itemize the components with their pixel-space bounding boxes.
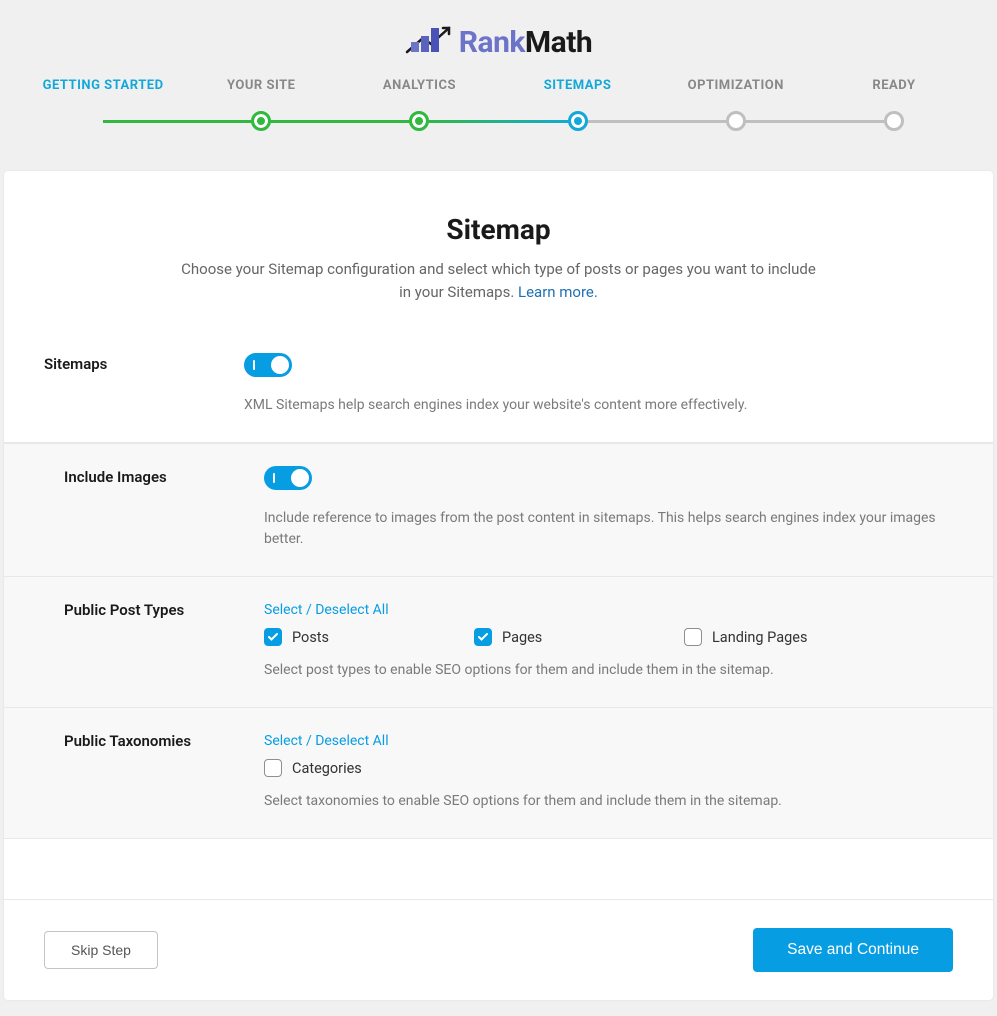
setting-help: XML Sitemaps help search engines index y… (244, 395, 953, 416)
checkbox-label: Categories (292, 760, 362, 777)
step-ready[interactable]: READY (815, 78, 973, 131)
brand-rank: Rank (459, 25, 525, 60)
step-getting-started[interactable]: GETTING STARTED (24, 78, 182, 131)
header: RankMath (0, 0, 997, 78)
brand-logo: RankMath (405, 24, 592, 60)
checkbox-icon (264, 628, 282, 646)
checkbox-landing-pages[interactable]: Landing Pages (684, 628, 894, 646)
sitemaps-toggle[interactable] (244, 353, 292, 377)
checkbox-label: Posts (292, 629, 329, 646)
step-optimization[interactable]: OPTIMIZATION (657, 78, 815, 131)
setting-label: Include Images (64, 466, 264, 550)
page-description: Choose your Sitemap configuration and se… (179, 258, 819, 303)
checkbox-icon (474, 628, 492, 646)
checkbox-label: Landing Pages (712, 629, 807, 646)
step-your-site[interactable]: YOUR SITE (182, 78, 340, 131)
step-label: SITEMAPS (499, 78, 657, 93)
desc-text: Choose your Sitemap configuration and se… (181, 260, 816, 301)
skip-step-button[interactable]: Skip Step (44, 931, 158, 969)
wizard-stepper: GETTING STARTED YOUR SITE ANALYTICS SITE… (0, 78, 997, 171)
page-title: Sitemap (44, 213, 953, 246)
setting-taxonomies: Public Taxonomies Select / Deselect All … (4, 708, 993, 839)
setting-post-types: Public Post Types Select / Deselect All … (4, 577, 993, 708)
checkbox-posts[interactable]: Posts (264, 628, 474, 646)
step-label: YOUR SITE (182, 78, 340, 93)
setting-help: Include reference to images from the pos… (264, 508, 953, 550)
learn-more-link[interactable]: Learn more. (518, 283, 598, 301)
setting-label: Public Post Types (64, 599, 264, 681)
step-analytics[interactable]: ANALYTICS (340, 78, 498, 131)
setting-help: Select post types to enable SEO options … (264, 660, 953, 681)
brand-math: Math (525, 25, 592, 60)
select-all-taxonomies[interactable]: Select / Deselect All (264, 733, 389, 749)
settings-card: Sitemap Choose your Sitemap configuratio… (4, 171, 993, 1000)
setting-label: Sitemaps (44, 353, 244, 416)
step-sitemaps[interactable]: SITEMAPS (499, 78, 657, 131)
setting-sitemaps: Sitemaps XML Sitemaps help search engine… (4, 331, 993, 443)
checkbox-label: Pages (502, 629, 542, 646)
brand-text: RankMath (459, 25, 592, 60)
setting-label: Public Taxonomies (64, 730, 264, 812)
card-header: Sitemap Choose your Sitemap configuratio… (4, 171, 993, 331)
step-label: READY (815, 78, 973, 93)
select-all-post-types[interactable]: Select / Deselect All (264, 602, 389, 618)
settings-body: Sitemaps XML Sitemaps help search engine… (4, 331, 993, 899)
checkbox-pages[interactable]: Pages (474, 628, 684, 646)
setting-help: Select taxonomies to enable SEO options … (264, 791, 953, 812)
logo-icon (405, 24, 451, 60)
post-types-list: Posts Pages Landing Pages (264, 628, 953, 646)
step-label: OPTIMIZATION (657, 78, 815, 93)
step-label: GETTING STARTED (24, 78, 182, 93)
taxonomies-list: Categories (264, 759, 953, 777)
save-continue-button[interactable]: Save and Continue (753, 928, 953, 972)
checkbox-categories[interactable]: Categories (264, 759, 474, 777)
setting-include-images: Include Images Include reference to imag… (4, 443, 993, 577)
wizard-footer: Skip Step Save and Continue (4, 899, 993, 1000)
step-label: ANALYTICS (340, 78, 498, 93)
checkbox-icon (684, 628, 702, 646)
checkbox-icon (264, 759, 282, 777)
include-images-toggle[interactable] (264, 466, 312, 490)
